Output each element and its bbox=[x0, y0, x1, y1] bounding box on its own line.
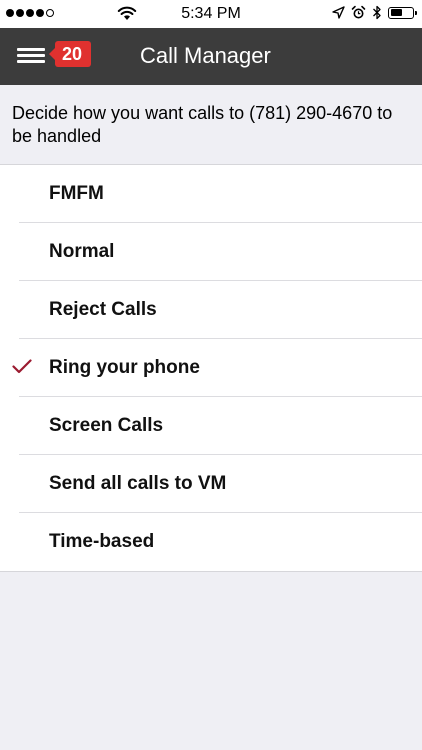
option-screen-calls[interactable]: Screen Calls bbox=[0, 397, 422, 455]
option-fmfm[interactable]: FMFM bbox=[0, 165, 422, 223]
page-title: Call Manager bbox=[140, 43, 271, 68]
hamburger-menu-icon[interactable] bbox=[17, 42, 47, 68]
status-icons bbox=[332, 5, 417, 20]
bluetooth-icon bbox=[373, 5, 381, 20]
option-label: Reject Calls bbox=[49, 299, 157, 320]
option-time-based[interactable]: Time-based bbox=[0, 513, 422, 571]
nav-bar: 20 Call Manager bbox=[0, 28, 422, 85]
option-label: Screen Calls bbox=[49, 415, 164, 436]
location-arrow-icon bbox=[332, 6, 345, 19]
notification-count-badge[interactable]: 20 bbox=[48, 41, 92, 67]
description-text: Decide how you want calls to (781) 290-4… bbox=[0, 85, 422, 164]
status-bar: 5:34 PM bbox=[0, 0, 422, 28]
alarm-clock-icon bbox=[351, 5, 366, 19]
option-label: Send all calls to VM bbox=[49, 473, 227, 494]
checkmark-icon bbox=[12, 359, 32, 374]
option-label: Ring your phone bbox=[49, 357, 200, 378]
option-label: Time-based bbox=[49, 531, 155, 552]
call-manager-screen: 5:34 PM 20 Call Manager Decide how you w… bbox=[0, 0, 422, 750]
option-label: Normal bbox=[49, 241, 115, 262]
option-send-all-calls-to-vm[interactable]: Send all calls to VM bbox=[0, 455, 422, 513]
option-label: FMFM bbox=[49, 183, 104, 204]
option-reject-calls[interactable]: Reject Calls bbox=[0, 281, 422, 339]
call-handling-options-list: FMFM Normal Reject Calls Ring your phone… bbox=[0, 164, 422, 572]
battery-icon bbox=[388, 6, 417, 19]
option-ring-your-phone[interactable]: Ring your phone bbox=[0, 339, 422, 397]
option-normal[interactable]: Normal bbox=[0, 223, 422, 281]
